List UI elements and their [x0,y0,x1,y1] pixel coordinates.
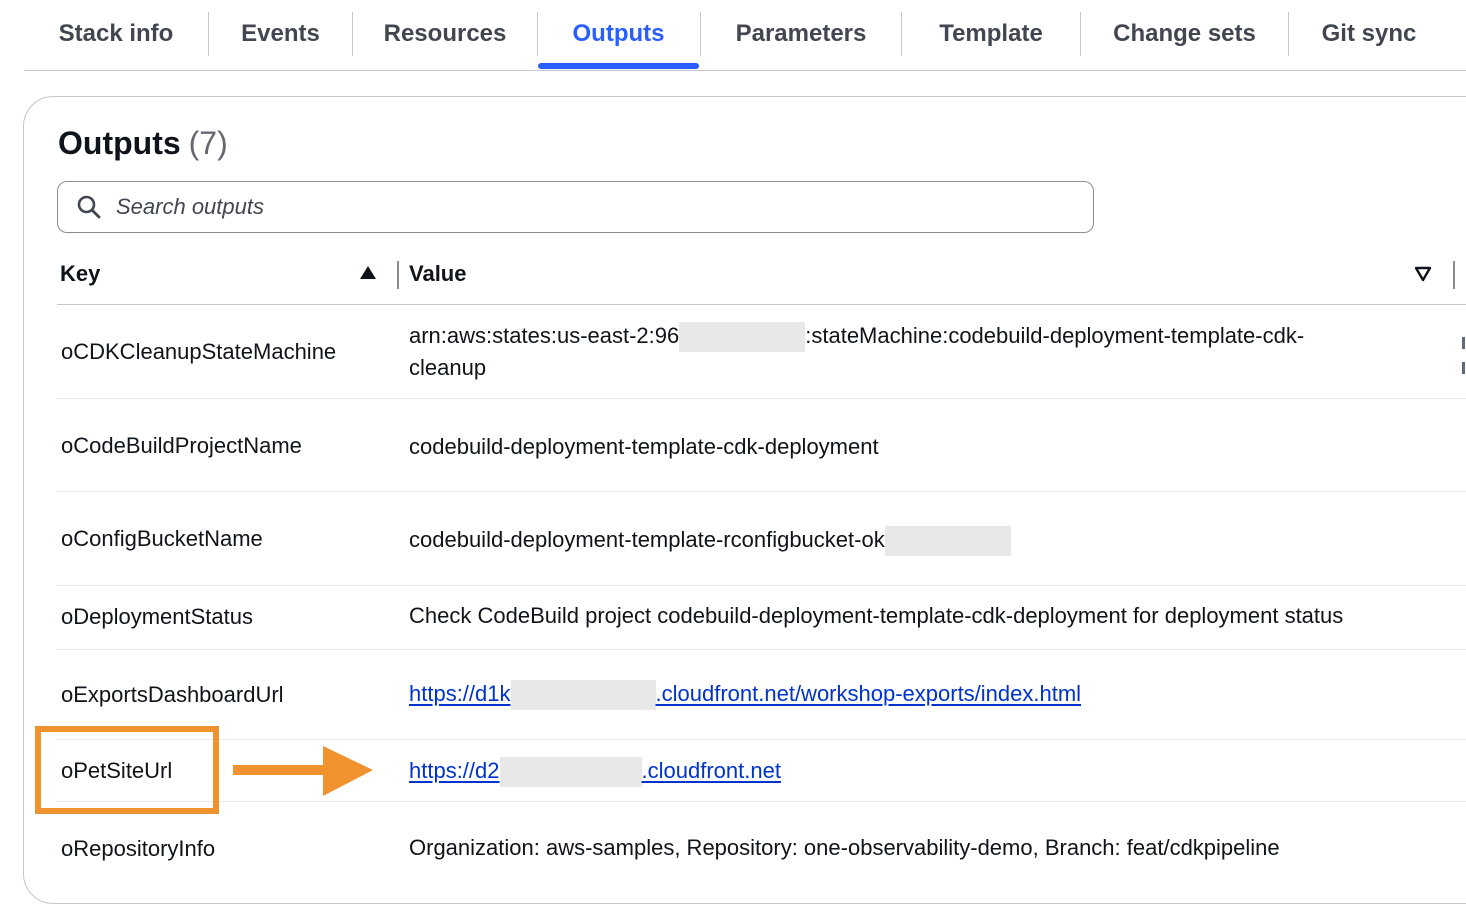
tab-change-sets[interactable]: Change sets [1081,12,1288,56]
output-value: Organization: aws-samples, Repository: o… [409,835,1280,860]
tab-git-sync[interactable]: Git sync [1289,12,1449,56]
cutoff-action-mark [1462,337,1465,349]
search-box[interactable] [57,181,1094,233]
exports-dashboard-link[interactable]: https://d1k .cloudfront.net/workshop-expo… [409,680,1082,711]
output-value: Check CodeBuild project codebuild-deploy… [409,603,1344,628]
column-header-value[interactable]: Value [409,243,1309,305]
table-row: oDeploymentStatus Check CodeBuild projec… [57,586,1466,650]
output-value: codebuild-deployment-template-rconfigbuc… [409,524,1369,557]
arrow-right-icon [233,746,373,796]
value-prefix: codebuild-deployment-template-rconfigbuc… [409,527,885,552]
caret-up-filled-icon[interactable] [359,265,377,281]
output-key: oCodeBuildProjectName [61,433,302,458]
caret-down-outline-icon[interactable] [1414,266,1432,282]
tab-stack-info[interactable]: Stack info [24,12,208,56]
panel-title: Outputs (7) [58,125,228,162]
highlight-box [35,726,219,814]
link-prefix: https://d2 [409,758,500,783]
redacted-block [884,526,1011,557]
search-input[interactable] [114,193,1014,221]
table-row: oExportsDashboardUrl https://d1k .cloudfr… [57,650,1466,740]
tab-outputs[interactable]: Outputs [538,12,699,56]
output-value: codebuild-deployment-template-cdk-deploy… [409,434,879,459]
value-prefix: arn:aws:states:us-east-2:96 [409,323,680,348]
output-key: oRepositoryInfo [61,836,216,861]
outputs-count: (7) [188,125,228,161]
redacted-block [679,322,806,353]
panel-title-text: Outputs [58,125,181,161]
column-header-key-label: Key [60,261,101,286]
table-row: oCodeBuildProjectName codebuild-deployme… [57,399,1466,492]
redacted-block [499,757,642,788]
output-value: https://d2 .cloudfront.net [409,755,1369,788]
table-row: oRepositoryInfo Organization: aws-sample… [57,802,1466,892]
active-tab-indicator [538,63,699,69]
output-key: oDeploymentStatus [61,604,253,629]
table-header: Key Value [57,243,1466,305]
link-prefix: https://d1k [409,681,511,706]
table-row: oCDKCleanupStateMachine arn:aws:states:u… [57,305,1466,399]
tab-parameters[interactable]: Parameters [701,12,901,56]
pet-site-link[interactable]: https://d2 .cloudfront.net [409,757,781,788]
column-resize-handle[interactable] [1453,261,1455,289]
stack-tabs: Stack info Events Resources Outputs Para… [24,0,1466,71]
tab-resources[interactable]: Resources [353,12,537,56]
tab-template[interactable]: Template [902,12,1080,56]
column-resize-handle[interactable] [397,261,399,289]
output-value: arn:aws:states:us-east-2:96:stateMachine… [409,320,1369,384]
output-key: oExportsDashboardUrl [61,682,284,707]
column-header-value-label: Value [409,261,467,286]
column-header-key[interactable]: Key [60,243,360,305]
output-key: oConfigBucketName [61,526,263,551]
output-key: oCDKCleanupStateMachine [61,339,337,364]
redacted-block [510,680,656,711]
cutoff-action-mark [1462,362,1465,374]
search-icon [77,195,101,219]
tab-events[interactable]: Events [209,12,352,56]
link-suffix: .cloudfront.net/workshop-exports/index.h… [655,681,1082,706]
link-suffix: .cloudfront.net [641,758,781,783]
output-value: https://d1k .cloudfront.net/workshop-expo… [409,678,1369,711]
table-row: oConfigBucketName codebuild-deployment-t… [57,492,1466,586]
